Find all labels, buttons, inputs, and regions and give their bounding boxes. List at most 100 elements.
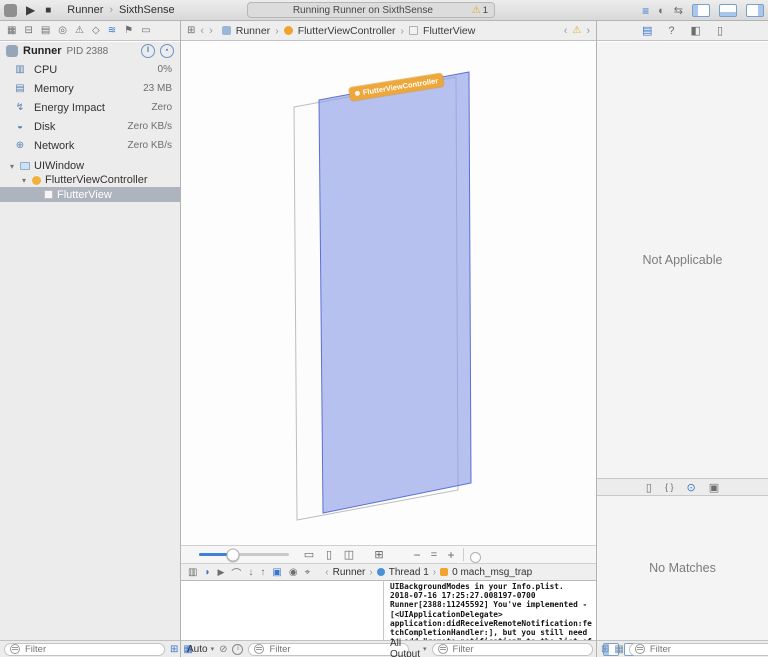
info-icon[interactable]: i bbox=[232, 644, 243, 655]
disclosure-icon[interactable]: ▾ bbox=[20, 176, 28, 185]
breakpoint-navigator-icon[interactable]: ⚑ bbox=[124, 25, 133, 36]
output-filter-input[interactable] bbox=[451, 643, 587, 656]
warning-count[interactable]: 1 bbox=[483, 5, 488, 16]
no-filter-icon[interactable]: ⊘ bbox=[219, 644, 227, 655]
step-over-icon[interactable]: ⌒ bbox=[231, 565, 241, 580]
destination-selector[interactable]: SixthSense bbox=[119, 4, 175, 16]
object-library-icon[interactable]: ⊙ bbox=[686, 481, 695, 494]
navigator-filter-input[interactable] bbox=[23, 643, 159, 656]
debug-breadcrumb-frame[interactable]: 0 mach_msg_trap bbox=[452, 567, 532, 578]
project-navigator-icon[interactable]: ▦ bbox=[7, 25, 16, 36]
breadcrumb-view[interactable]: FlutterView bbox=[423, 25, 475, 37]
issue-navigator-icon[interactable]: ⚠ bbox=[75, 25, 84, 36]
gauge-value: 0% bbox=[158, 64, 172, 75]
tree-row-uiwindow[interactable]: ▾ UIWindow bbox=[0, 159, 180, 173]
gauge-row-memory[interactable]: ▤ Memory 23 MB bbox=[0, 79, 180, 98]
pause-process-icon[interactable]: ‖ bbox=[141, 44, 155, 58]
library-filter[interactable] bbox=[629, 643, 768, 656]
breadcrumb-viewcontroller[interactable]: FlutterViewController bbox=[298, 25, 396, 37]
step-out-icon[interactable]: ↑ bbox=[260, 567, 265, 578]
output-scope-button[interactable]: All Output ▾ bbox=[390, 638, 427, 657]
memory-icon: ▤ bbox=[14, 83, 26, 94]
continue-icon[interactable]: ▶ bbox=[218, 567, 225, 578]
zoom-in-button[interactable]: + bbox=[443, 548, 459, 562]
disclosure-icon[interactable]: ▾ bbox=[8, 162, 16, 171]
bottom-bar: ⊞ ▦ Auto ▾ ⊘ i All Output ▾ bbox=[0, 640, 768, 657]
view-mode-both-icon[interactable]: ◫ bbox=[341, 548, 357, 561]
variables-scope-button[interactable]: Auto ▾ bbox=[187, 644, 214, 655]
tree-row-flutterview[interactable]: FlutterView bbox=[0, 187, 180, 202]
breadcrumb-separator-icon: › bbox=[401, 25, 405, 37]
warning-icon[interactable]: ⚠ bbox=[472, 5, 481, 16]
previous-issue-icon[interactable]: ‹ bbox=[564, 25, 568, 37]
library-grid-icon[interactable]: ⊞ bbox=[601, 644, 609, 655]
debug-breadcrumb-thread[interactable]: Thread 1 bbox=[389, 567, 429, 578]
view-mode-flat-icon[interactable]: ▭ bbox=[301, 548, 317, 561]
back-icon[interactable]: ‹ bbox=[200, 25, 204, 37]
output-filter[interactable] bbox=[432, 643, 593, 656]
stop-button[interactable]: ■ bbox=[45, 5, 51, 16]
gauge-row-cpu[interactable]: ▥ CPU 0% bbox=[0, 60, 180, 79]
breadcrumb-runner[interactable]: Runner bbox=[236, 25, 270, 37]
breakpoints-toggle-icon[interactable]: ◗ bbox=[204, 567, 210, 578]
process-row[interactable]: Runner PID 2388 ‖ ▪ bbox=[0, 42, 180, 60]
gauge-row-disk[interactable]: ◒ Disk Zero KB/s bbox=[0, 117, 180, 136]
size-inspector-icon[interactable]: ▯ bbox=[717, 24, 723, 37]
issue-warning-icon[interactable]: ⚠ bbox=[572, 25, 581, 36]
gauge-row-network[interactable]: ⊕ Network Zero KB/s bbox=[0, 136, 180, 155]
navigator-tab-bar: ▦ ⊟ ▤ ◎ ⚠ ◇ ≋ ⚑ ▭ bbox=[0, 21, 180, 40]
find-navigator-icon[interactable]: ◎ bbox=[58, 25, 67, 36]
view-mode-3d-icon[interactable]: ▯ bbox=[321, 548, 337, 561]
code-snippet-library-icon[interactable]: { } bbox=[665, 482, 674, 492]
memory-graph-icon[interactable]: ◉ bbox=[289, 567, 298, 578]
process-name: Runner bbox=[23, 45, 62, 57]
gauge-row-energy[interactable]: ↯ Energy Impact Zero bbox=[0, 98, 180, 117]
file-template-library-icon[interactable]: ▯ bbox=[646, 481, 652, 494]
variables-view[interactable] bbox=[181, 581, 383, 641]
navigator-filter[interactable] bbox=[4, 643, 165, 656]
assistant-editor-icon[interactable]: ◐ bbox=[658, 5, 665, 17]
console-split-divider[interactable] bbox=[383, 580, 384, 640]
media-library-icon[interactable]: ▣ bbox=[709, 481, 719, 494]
debug-breadcrumb-process[interactable]: Runner bbox=[333, 567, 366, 578]
toggle-navigator-panel-icon[interactable] bbox=[692, 4, 710, 17]
view-spacing-slider[interactable] bbox=[199, 553, 289, 556]
console-output[interactable]: UIBackgroundModes in your Info.plist. 20… bbox=[387, 582, 596, 640]
badge-dot-icon bbox=[355, 90, 361, 96]
show-constraints-icon[interactable]: ⊞ bbox=[371, 548, 387, 561]
next-issue-icon[interactable]: › bbox=[586, 25, 590, 37]
stop-process-icon[interactable]: ▪ bbox=[160, 44, 174, 58]
debug-navigator-icon[interactable]: ≋ bbox=[108, 25, 116, 36]
slider-knob[interactable] bbox=[227, 548, 240, 561]
run-button[interactable]: ▶ bbox=[26, 3, 35, 17]
source-control-navigator-icon[interactable]: ⊟ bbox=[24, 25, 32, 36]
debug-area: UIBackgroundModes in your Info.plist. 20… bbox=[181, 580, 596, 640]
quick-help-inspector-icon[interactable]: ? bbox=[668, 25, 674, 37]
zoom-actual-button[interactable]: = bbox=[426, 549, 442, 561]
filter-gauges-icon[interactable]: ⊞ bbox=[170, 644, 178, 655]
library-filter-input[interactable] bbox=[648, 643, 768, 656]
view-debugger-canvas[interactable]: FlutterViewController bbox=[181, 42, 596, 545]
version-editor-icon[interactable]: ⇆ bbox=[674, 4, 683, 17]
report-navigator-icon[interactable]: ▭ bbox=[141, 25, 150, 36]
view-3d-flutterview-selected[interactable] bbox=[319, 72, 471, 513]
symbol-navigator-icon[interactable]: ▤ bbox=[41, 25, 50, 36]
object-inspector-icon[interactable]: ◧ bbox=[691, 24, 701, 37]
step-into-icon[interactable]: ↓ bbox=[248, 567, 253, 578]
range-slider-knob[interactable] bbox=[470, 552, 481, 563]
related-items-icon[interactable]: ⊞ bbox=[187, 25, 195, 36]
standard-editor-icon[interactable]: ≡ bbox=[642, 4, 649, 18]
tree-row-flutterviewcontroller[interactable]: ▾ FlutterViewController bbox=[0, 173, 180, 187]
zoom-out-button[interactable]: − bbox=[409, 548, 425, 562]
test-navigator-icon[interactable]: ◇ bbox=[92, 25, 100, 36]
scheme-separator-icon: › bbox=[109, 4, 113, 16]
toggle-debug-panel-icon[interactable] bbox=[719, 4, 737, 17]
library-list-icon[interactable]: ▦ bbox=[614, 644, 623, 655]
hide-debug-area-icon[interactable]: ▥ bbox=[188, 567, 197, 578]
debug-view-hierarchy-icon[interactable]: ▣ bbox=[272, 567, 281, 578]
toggle-inspector-panel-icon[interactable] bbox=[746, 4, 764, 17]
simulate-location-icon[interactable]: ⌖ bbox=[305, 567, 311, 578]
file-inspector-icon[interactable]: ▤ bbox=[642, 24, 652, 37]
forward-icon[interactable]: › bbox=[209, 25, 213, 37]
scheme-selector[interactable]: Runner bbox=[67, 4, 103, 16]
